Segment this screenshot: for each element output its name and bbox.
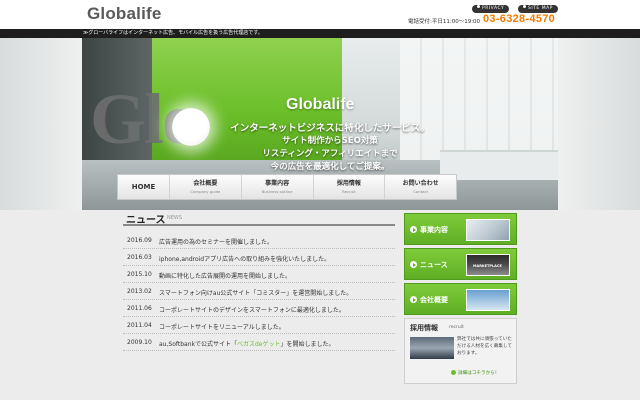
hero-line-2: リスティング・アフィリエイトまで — [262, 149, 398, 159]
news-text: iphone,androidアプリ広告への取り組みを強化いたしました。 — [159, 256, 331, 263]
news-text: スマートフォン向けau公式サイト「コミスター」を運営開始しました。 — [159, 290, 353, 297]
news-text: コーポレートサイトをリニューアルしました。 — [159, 324, 285, 331]
hero-line-1: サイト制作からSEO対策 — [282, 136, 378, 146]
news-item[interactable]: 2015.10 動画に特化した広告展開の運用を開始しました。 — [123, 266, 395, 283]
page: Globalife PRIVACY SITE MAP 電話受付:平日11:00〜… — [0, 0, 640, 400]
news-item[interactable]: 2011.04 コーポレートサイトをリニューアルしました。 — [123, 317, 395, 334]
nav-business-label: 事業内容 — [265, 180, 290, 187]
news-inline-link[interactable]: べガスdeゲット — [237, 341, 281, 348]
news-text: コーポレートサイトのデザインをスマートフォンに最適化しました。 — [159, 307, 345, 314]
news-item[interactable]: 2013.02 スマートフォン向けau公式サイト「コミスター」を運営開始しました… — [123, 283, 395, 300]
nav-recruit[interactable]: 採用情報 Recruit — [314, 175, 386, 199]
news-item[interactable]: 2016.03 iphone,androidアプリ広告への取り組みを強化いたしま… — [123, 249, 395, 266]
news-date: 2011.04 — [127, 322, 152, 329]
nav-contact-sub: Contact — [413, 189, 429, 194]
sidebar-banner-company[interactable]: 会社概要 — [404, 283, 517, 315]
recruit-box: 採用情報 recruit 弊社では共に頑張っていただける人材を広く募集しておりま… — [404, 318, 517, 384]
sidebar-banner-label: 事業内容 — [420, 226, 448, 234]
sidebar-banner-business[interactable]: 事業内容 — [404, 213, 517, 245]
news-date: 2013.02 — [127, 288, 152, 295]
news-title-en: NEWS — [167, 215, 183, 221]
hero-desk — [440, 150, 558, 180]
news-title: ニュース — [126, 215, 166, 226]
tagline-text: ≫グローバライフはインターネット広告、モバイル広告を扱う広告代理店です。 — [83, 30, 263, 36]
recruit-title: 採用情報 — [410, 324, 438, 332]
bullet-icon — [451, 370, 456, 375]
phone-number: 03-6328-4570 — [483, 13, 556, 25]
nav-contact[interactable]: お問い合わせ Contact — [385, 175, 456, 199]
privacy-link[interactable]: PRIVACY — [472, 5, 510, 13]
hero-copy: インターネットビジネスに特化したサービス。 サイト制作からSEO対策 リスティン… — [220, 122, 440, 174]
recruit-photo — [410, 337, 454, 359]
recruit-title-en: recruit — [449, 325, 464, 330]
tagline-bar: ≫グローバライフはインターネット広告、モバイル広告を扱う広告代理店です。 — [0, 29, 640, 38]
news-date: 2009.10 — [127, 339, 152, 346]
news-text: au,Softbankで公式サイト「べガスdeゲット」を開始しました。 — [159, 341, 335, 348]
nav-business[interactable]: 事業内容 Business outline — [242, 175, 314, 199]
hero-side-right — [558, 38, 640, 210]
site-logo[interactable]: Globalife — [87, 4, 162, 24]
bullet-icon — [523, 5, 526, 8]
news-list: 2016.09 広告運用の為のセミナーを開催しました。 2016.03 ipho… — [123, 232, 395, 351]
news-text: 動画に特化した広告展開の運用を開始しました。 — [159, 273, 292, 280]
hero-line-3: 今の広告を最適化してご提案。 — [270, 162, 390, 172]
site-header: Globalife PRIVACY SITE MAP 電話受付:平日11:00〜… — [0, 0, 640, 29]
hero-headline: インターネットビジネスに特化したサービス。 — [230, 123, 430, 134]
sidebar-banner-label: ニュース — [420, 261, 448, 269]
hero-lamp — [172, 108, 210, 146]
street-sign-thumbnail: MARKETPLACE — [466, 254, 510, 276]
global-nav: HOME 会社概要 Company guide 事業内容 Business ou… — [117, 174, 457, 200]
recruit-detail-link[interactable]: 詳細はコチラから！ — [451, 370, 499, 376]
news-item[interactable]: 2011.06 コーポレートサイトのデザインをスマートフォンに最適化しました。 — [123, 300, 395, 317]
street-sign-text: MARKETPLACE — [473, 264, 502, 268]
nav-recruit-sub: Recruit — [342, 189, 356, 194]
news-text: 広告運用の為のセミナーを開催しました。 — [159, 239, 274, 246]
news-date: 2016.09 — [127, 237, 152, 244]
sidebar-banner-news[interactable]: ニュース MARKETPLACE — [404, 248, 517, 280]
arrow-right-icon — [410, 226, 417, 233]
sitemap-link[interactable]: SITE MAP — [518, 5, 558, 13]
news-item[interactable]: 2009.10 au,Softbankで公式サイト「べガスdeゲット」を開始しま… — [123, 334, 395, 351]
news-section: ニュース NEWS 2016.09 広告運用の為のセミナーを開催しました。 20… — [123, 210, 395, 400]
bullet-icon — [477, 5, 480, 8]
news-date: 2016.03 — [127, 254, 152, 261]
news-item[interactable]: 2016.09 広告運用の為のセミナーを開催しました。 — [123, 232, 395, 249]
nav-home[interactable]: HOME — [118, 175, 170, 199]
nav-company-label: 会社概要 — [193, 180, 218, 187]
arrow-right-icon — [410, 261, 417, 268]
news-header: ニュース NEWS — [123, 210, 395, 226]
recruit-text: 弊社では共に頑張っていただける人材を広く募集しております。 — [457, 337, 512, 356]
hero-brand: Globalife — [286, 96, 355, 113]
nav-contact-label: お問い合わせ — [402, 180, 439, 187]
news-date: 2015.10 — [127, 271, 152, 278]
nav-recruit-label: 採用情報 — [336, 180, 361, 187]
building-thumbnail — [466, 289, 510, 311]
hero-side-left — [0, 38, 82, 210]
nav-company-sub: Company guide — [190, 189, 221, 194]
nav-company[interactable]: 会社概要 Company guide — [170, 175, 242, 199]
sidebar: 事業内容 ニュース MARKETPLACE 会社概要 採用情報 recruit … — [404, 213, 517, 384]
news-date: 2011.06 — [127, 305, 152, 312]
nav-business-sub: Business outline — [261, 189, 293, 194]
sidebar-banner-label: 会社概要 — [420, 296, 448, 304]
phone-hours-label: 電話受付:平日11:00〜19:00 — [408, 19, 481, 25]
arrow-right-icon — [410, 296, 417, 303]
laptop-thumbnail — [466, 219, 510, 241]
